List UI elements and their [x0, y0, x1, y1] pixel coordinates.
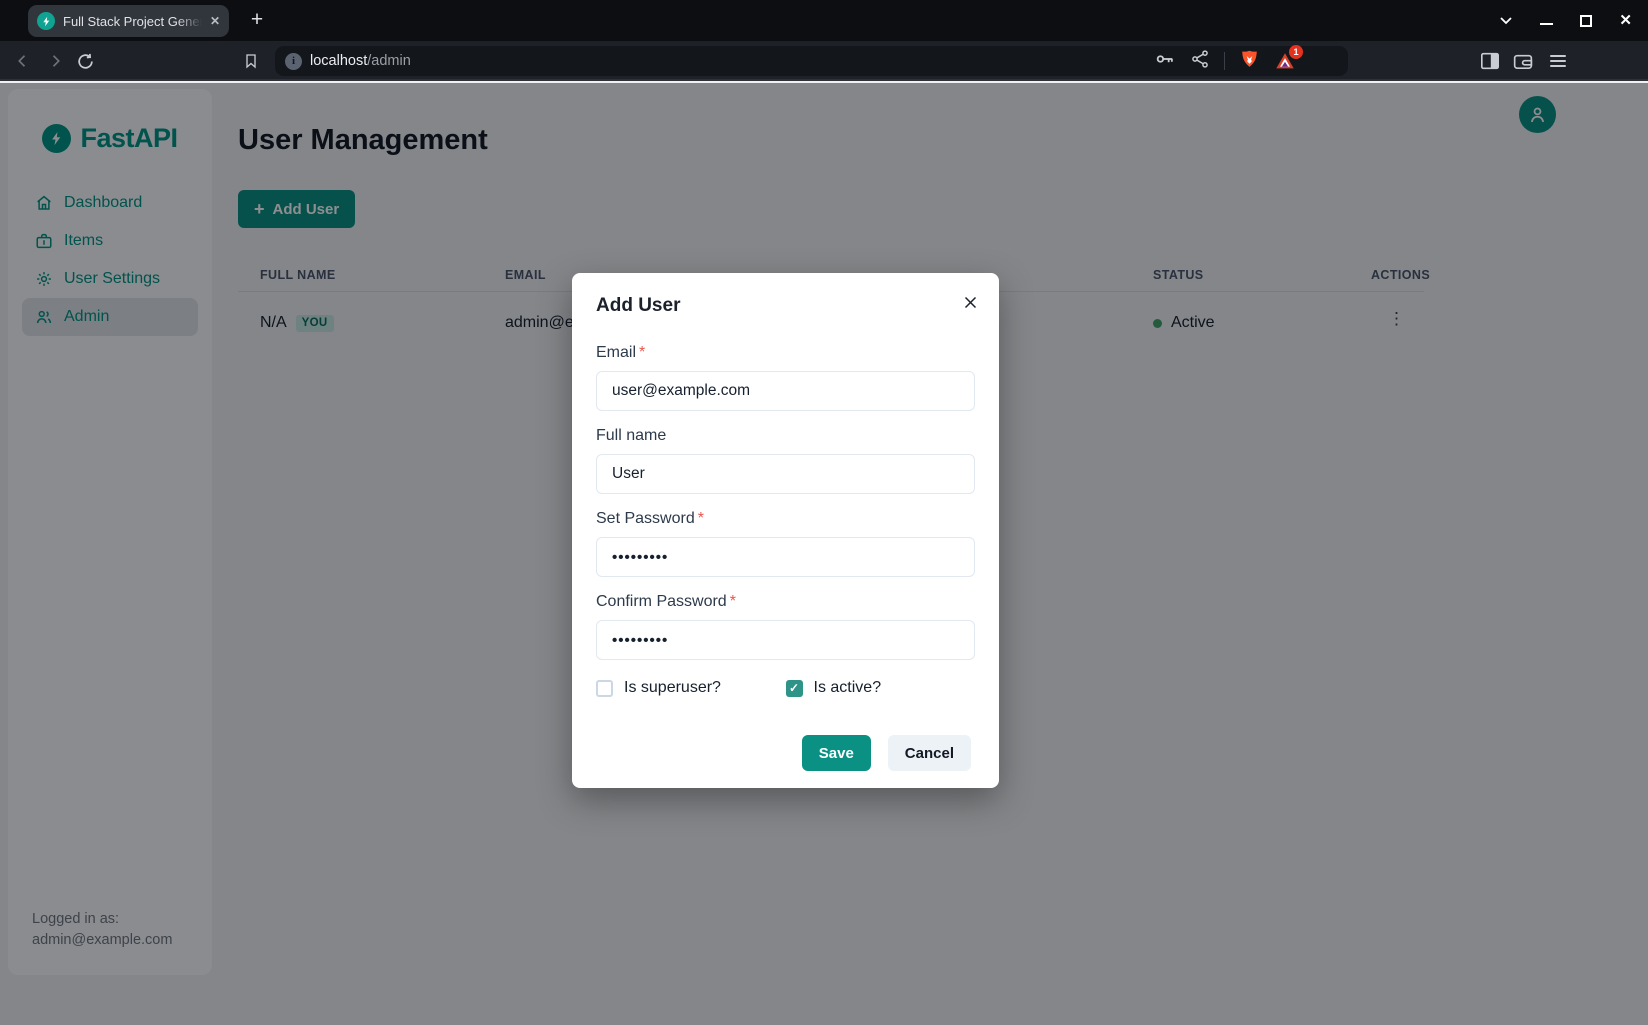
is-active-label: Is active? — [814, 679, 882, 697]
email-field[interactable] — [596, 371, 975, 411]
brave-shield-icon[interactable] — [1239, 48, 1260, 75]
is-superuser-checkbox-group[interactable]: Is superuser? — [596, 679, 786, 697]
set-password-field[interactable] — [596, 537, 975, 577]
url-bar[interactable]: i localhost/admin 1 — [275, 46, 1348, 76]
required-marker: * — [730, 593, 736, 610]
url-host: localhost — [310, 53, 367, 69]
menu-hamburger-icon[interactable] — [1545, 48, 1571, 74]
back-icon[interactable] — [10, 48, 36, 74]
full-name-label: Full name — [596, 427, 975, 445]
bookmark-icon[interactable] — [238, 48, 264, 74]
add-user-modal: Add User Email* Full name Set Password* … — [572, 273, 999, 788]
is-active-checkbox-group[interactable]: ✓ Is active? — [786, 679, 976, 697]
fastapi-favicon-icon — [37, 12, 55, 30]
modal-title: Add User — [596, 295, 975, 317]
new-tab-button[interactable]: + — [243, 6, 271, 34]
is-active-checkbox[interactable]: ✓ — [786, 680, 803, 697]
tab-search-chevron-icon[interactable] — [1499, 16, 1513, 25]
modal-actions: Save Cancel — [802, 735, 971, 771]
url-text: localhost/admin — [310, 53, 411, 69]
browser-tab[interactable]: Full Stack Project Genera ✕ — [28, 5, 229, 37]
cancel-button[interactable]: Cancel — [888, 735, 971, 771]
forward-icon[interactable] — [42, 48, 68, 74]
tab-title: Full Stack Project Genera — [63, 14, 202, 29]
confirm-password-field[interactable] — [596, 620, 975, 660]
browser-titlebar: Full Stack Project Genera ✕ + ✕ — [0, 0, 1648, 41]
set-password-label: Set Password* — [596, 510, 975, 528]
brave-rewards-icon[interactable]: 1 — [1274, 50, 1296, 72]
checkbox-row: Is superuser? ✓ Is active? — [596, 679, 975, 697]
browser-window: Full Stack Project Genera ✕ + ✕ i lo — [0, 0, 1648, 1025]
window-close-button[interactable]: ✕ — [1619, 13, 1632, 28]
required-marker: * — [639, 344, 645, 361]
is-superuser-checkbox[interactable] — [596, 680, 613, 697]
wallet-icon[interactable] — [1510, 48, 1536, 74]
maximize-button[interactable] — [1580, 15, 1592, 27]
share-icon[interactable] — [1190, 49, 1210, 74]
password-key-icon[interactable] — [1154, 48, 1176, 75]
browser-navbar: i localhost/admin 1 — [0, 41, 1648, 81]
rewards-badge: 1 — [1289, 45, 1303, 59]
minimize-button[interactable] — [1540, 23, 1553, 25]
tab-close-icon[interactable]: ✕ — [210, 14, 220, 28]
full-name-field[interactable] — [596, 454, 975, 494]
sidebar-panel-icon[interactable] — [1477, 48, 1503, 74]
required-marker: * — [698, 510, 704, 527]
window-controls: ✕ — [1499, 0, 1632, 41]
is-superuser-label: Is superuser? — [624, 679, 721, 697]
site-info-icon[interactable]: i — [285, 53, 302, 70]
confirm-password-label: Confirm Password* — [596, 593, 975, 611]
email-label: Email* — [596, 344, 975, 362]
modal-close-icon[interactable] — [955, 287, 985, 317]
urlbar-divider — [1224, 52, 1225, 70]
url-path: /admin — [367, 53, 411, 69]
save-button[interactable]: Save — [802, 735, 871, 771]
reload-icon[interactable] — [72, 48, 98, 74]
